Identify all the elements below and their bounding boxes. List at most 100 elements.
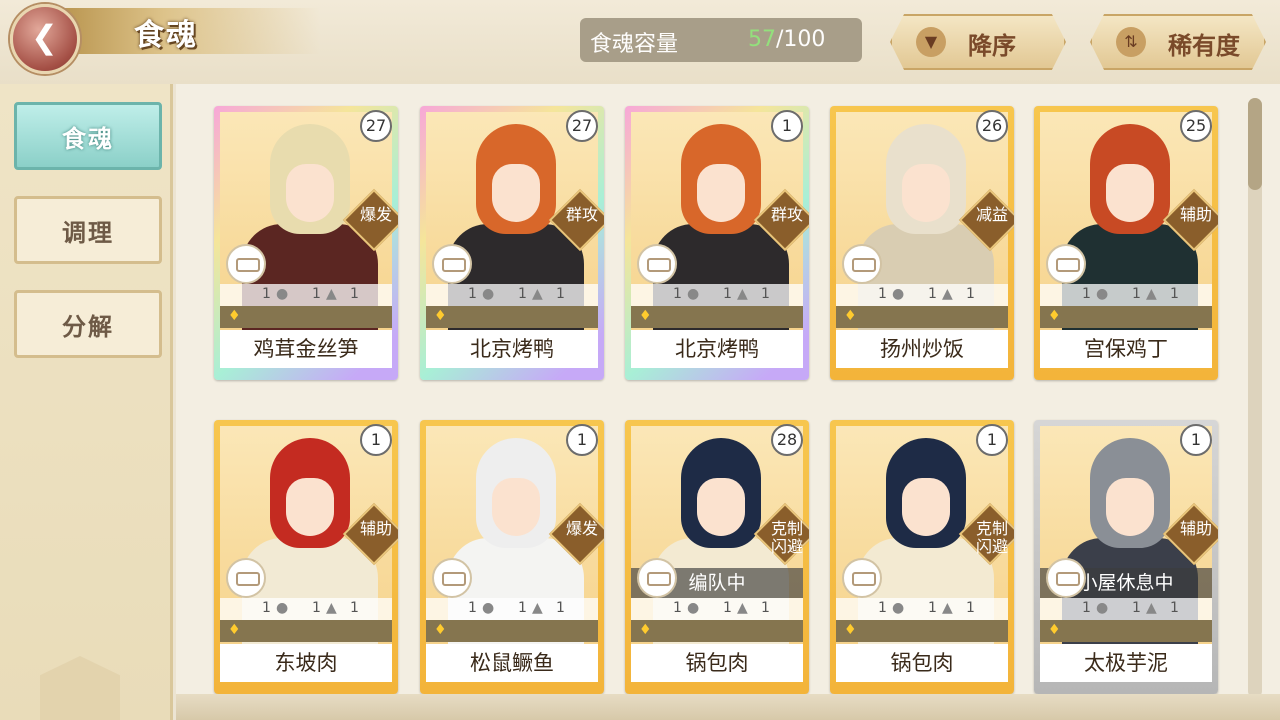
food-soul-card[interactable]: 1 克制 闪避 1 ● 1 ▲ 1 ♦ 锅包肉 [830,420,1014,694]
stat-value: 1 [1132,286,1141,302]
capacity-value: 57/100 [748,27,825,52]
orb-icon: ● [276,286,289,302]
stat-value: 1 [556,600,565,616]
chevron-left-icon: ❮ [31,18,58,56]
bowl-icon [842,558,882,598]
stat-value: 1 [928,600,937,616]
bell-icon: ▲ [737,600,748,616]
tab-decompose[interactable]: 分解 [14,290,162,358]
stat-value: 1 [1170,600,1179,616]
sort-order-button[interactable]: ▼ 降序 [890,14,1066,70]
stat-value: 1 [518,286,527,302]
food-soul-card[interactable]: 27 爆发 1 ● 1 ▲ 1 ♦ 鸡茸金丝笋 [214,106,398,380]
flame-icon: ♦ [844,308,857,324]
page-title: 食魂 [134,18,198,53]
character-name: 宫保鸡丁 [1040,330,1212,368]
bell-icon: ▲ [532,600,543,616]
stat-value: 1 [468,600,477,616]
orb-icon: ● [1096,286,1109,302]
scrollbar-thumb[interactable] [1248,98,1262,190]
tab-prepare[interactable]: 调理 [14,196,162,264]
food-soul-card[interactable]: 1 辅助 小屋休息中 1 ● 1 ▲ 1 ♦ 太极芋泥 [1034,420,1218,694]
bell-icon: ▲ [942,286,953,302]
character-face [492,164,540,222]
stat-value: 1 [350,286,359,302]
stat-row: 1 ● 1 ▲ 1 [631,284,803,306]
orb-icon: ● [1096,600,1109,616]
stat-value: 1 [312,600,321,616]
orb-icon: ● [892,286,905,302]
tab-food-souls[interactable]: 食魂 [14,102,162,170]
element-row: ♦ [426,620,598,642]
bowl-icon [1046,558,1086,598]
food-soul-card[interactable]: 1 群攻 1 ● 1 ▲ 1 ♦ 北京烤鸭 [625,106,809,380]
character-name: 锅包肉 [836,644,1008,682]
sort-key-button[interactable]: ⇅ 稀有度 [1090,14,1266,70]
element-row: ♦ [220,620,392,642]
food-soul-card[interactable]: 26 减益 1 ● 1 ▲ 1 ♦ 扬州炒饭 [830,106,1014,380]
decorative-ornament [40,656,120,720]
food-soul-card[interactable]: 28 克制 闪避 编队中 1 ● 1 ▲ 1 ♦ 锅包肉 [625,420,809,694]
stat-value: 1 [878,600,887,616]
stat-value: 1 [723,600,732,616]
stat-value: 1 [518,600,527,616]
character-face [697,164,745,222]
scrollbar[interactable] [1248,98,1262,698]
character-face [1106,478,1154,536]
back-button[interactable]: ❮ [10,4,80,74]
flame-icon: ♦ [844,622,857,638]
capacity-label: 食魂容量 [590,32,679,57]
orb-icon: ● [687,600,700,616]
bell-icon: ▲ [326,600,337,616]
tab-label: 食魂 [62,125,114,153]
character-face [286,164,334,222]
stat-value: 1 [1082,286,1091,302]
food-soul-card[interactable]: 27 群攻 1 ● 1 ▲ 1 ♦ 北京烤鸭 [420,106,604,380]
sort-order-label: 降序 [968,32,1016,60]
food-soul-card[interactable]: 1 爆发 1 ● 1 ▲ 1 ♦ 松鼠鳜鱼 [420,420,604,694]
level-badge: 1 [360,424,392,456]
character-name: 北京烤鸭 [426,330,598,368]
stat-row: 1 ● 1 ▲ 1 [836,598,1008,620]
flame-icon: ♦ [228,308,241,324]
element-row: ♦ [836,306,1008,328]
stat-value: 1 [1082,600,1091,616]
flame-icon: ♦ [434,622,447,638]
bowl-icon [1046,244,1086,284]
stat-value: 1 [723,286,732,302]
role-label: 爆发 [565,519,598,538]
element-row: ♦ [836,620,1008,642]
top-bar: 食魂 ❮ 食魂容量 57/100 ▼ 降序 ⇅ 稀有度 [0,0,1280,84]
role-label: 群攻 [770,205,803,224]
orb-icon: ● [892,600,905,616]
level-badge: 28 [771,424,803,456]
stat-value: 1 [878,286,887,302]
flame-icon: ♦ [434,308,447,324]
stat-value: 1 [761,286,770,302]
role-label: 辅助 [1179,519,1212,538]
stat-row: 1 ● 1 ▲ 1 [426,284,598,306]
stat-row: 1 ● 1 ▲ 1 [220,284,392,306]
sort-key-label: 稀有度 [1168,32,1240,60]
bowl-icon [637,244,677,284]
stat-row: 1 ● 1 ▲ 1 [1040,598,1212,620]
stat-row: 1 ● 1 ▲ 1 [220,598,392,620]
food-soul-card[interactable]: 25 辅助 1 ● 1 ▲ 1 ♦ 宫保鸡丁 [1034,106,1218,380]
bowl-icon [637,558,677,598]
element-row: ♦ [426,306,598,328]
character-name: 太极芋泥 [1040,644,1212,682]
character-name: 松鼠鳜鱼 [426,644,598,682]
orb-icon: ● [482,600,495,616]
flame-icon: ♦ [228,622,241,638]
stat-row: 1 ● 1 ▲ 1 [631,598,803,620]
role-label: 群攻 [565,205,598,224]
food-soul-card[interactable]: 1 辅助 1 ● 1 ▲ 1 ♦ 东坡肉 [214,420,398,694]
stat-row: 1 ● 1 ▲ 1 [1040,284,1212,306]
element-row: ♦ [631,620,803,642]
role-label: 克制 闪避 [770,519,803,556]
character-name: 锅包肉 [631,644,803,682]
bell-icon: ▲ [737,286,748,302]
character-face [902,478,950,536]
stat-value: 1 [262,286,271,302]
flame-icon: ♦ [639,622,652,638]
